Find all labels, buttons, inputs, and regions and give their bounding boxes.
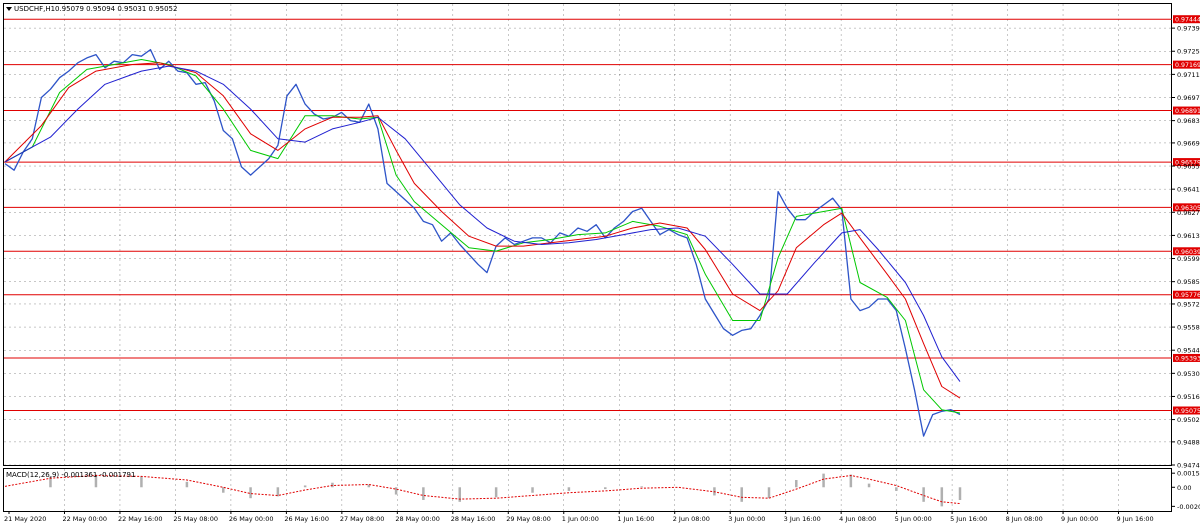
time-tick-label: 25 May 08:00: [173, 515, 218, 523]
price-tick-label: 0.97250: [1177, 48, 1200, 56]
time-tick-label: 1 Jun 16:00: [617, 515, 654, 523]
price-level-label: 0.95776: [1175, 292, 1200, 299]
price-level-label: 0.97444: [1175, 17, 1200, 24]
time-tick-label: 8 Jun 08:00: [1006, 515, 1043, 523]
macd-tick-label: 0.00: [1177, 484, 1191, 492]
macd-tick-label: -0.002058: [1177, 503, 1200, 511]
price-tick-label: 0.95995: [1177, 255, 1200, 263]
time-tick-label: 2 Jun 08:00: [673, 515, 710, 523]
price-tick-label: 0.95300: [1177, 370, 1200, 378]
time-tick-label: 9 Jun 00:00: [1061, 515, 1098, 523]
ohlc-values: 0.95079 0.95094 0.95031 0.95052: [55, 5, 177, 13]
price-tick-label: 0.96695: [1177, 139, 1200, 147]
chart-background: [0, 0, 1200, 527]
time-tick-label: 9 Jun 16:00: [1117, 515, 1154, 523]
price-tick-label: 0.95440: [1177, 347, 1200, 355]
price-tick-label: 0.95720: [1177, 300, 1200, 308]
time-tick-label: 22 May 00:00: [62, 515, 107, 523]
time-tick-label: 22 May 16:00: [118, 515, 163, 523]
price-tick-label: 0.96135: [1177, 232, 1200, 240]
price-tick-label: 0.94885: [1177, 438, 1200, 446]
macd-label: MACD(12,26,9) -0.001361 -0.001791: [6, 471, 135, 479]
price-tick-label: 0.96555: [1177, 163, 1200, 171]
price-tick-label: 0.95580: [1177, 324, 1200, 332]
time-tick-label: 21 May 2020: [4, 515, 46, 523]
price-level-label: 0.96891: [1175, 108, 1200, 115]
macd-tick-label: 0.001547: [1177, 470, 1200, 478]
time-tick-label: 28 May 00:00: [395, 515, 440, 523]
time-tick-label: 29 May 08:00: [506, 515, 551, 523]
time-tick-label: 26 May 16:00: [284, 515, 329, 523]
price-level-label: 0.95075: [1175, 408, 1200, 415]
price-level-label: 0.97169: [1175, 62, 1200, 69]
price-tick-label: 0.96830: [1177, 117, 1200, 125]
price-tick-label: 0.97110: [1177, 71, 1200, 79]
price-tick-label: 0.96415: [1177, 186, 1200, 194]
price-tick-label: 0.97390: [1177, 25, 1200, 33]
price-tick-label: 0.95020: [1177, 416, 1200, 424]
price-tick-label: 0.94745: [1177, 462, 1200, 470]
price-tick-label: 0.96275: [1177, 209, 1200, 217]
time-tick-label: 4 Jun 08:00: [839, 515, 876, 523]
symbol-label: USDCHF,H1: [14, 5, 55, 13]
price-tick-label: 0.95855: [1177, 278, 1200, 286]
time-tick-label: 26 May 00:00: [229, 515, 274, 523]
price-tick-label: 0.95160: [1177, 393, 1200, 401]
time-tick-label: 5 Jun 00:00: [895, 515, 932, 523]
time-tick-label: 1 Jun 00:00: [562, 515, 599, 523]
time-tick-label: 3 Jun 16:00: [784, 515, 821, 523]
chart-window[interactable]: 0.97444 0.97169 0.96891 0.96579 0.96305 0.960…: [0, 0, 1200, 527]
time-tick-label: 5 Jun 16:00: [950, 515, 987, 523]
time-tick-label: 27 May 08:00: [340, 515, 385, 523]
time-tick-label: 3 Jun 00:00: [728, 515, 765, 523]
time-tick-label: 28 May 16:00: [451, 515, 496, 523]
chart-canvas[interactable]: 0.974440.971690.968910.965790.963050.960…: [0, 0, 1200, 527]
price-tick-label: 0.96970: [1177, 94, 1200, 102]
price-level-label: 0.95393: [1175, 355, 1200, 362]
